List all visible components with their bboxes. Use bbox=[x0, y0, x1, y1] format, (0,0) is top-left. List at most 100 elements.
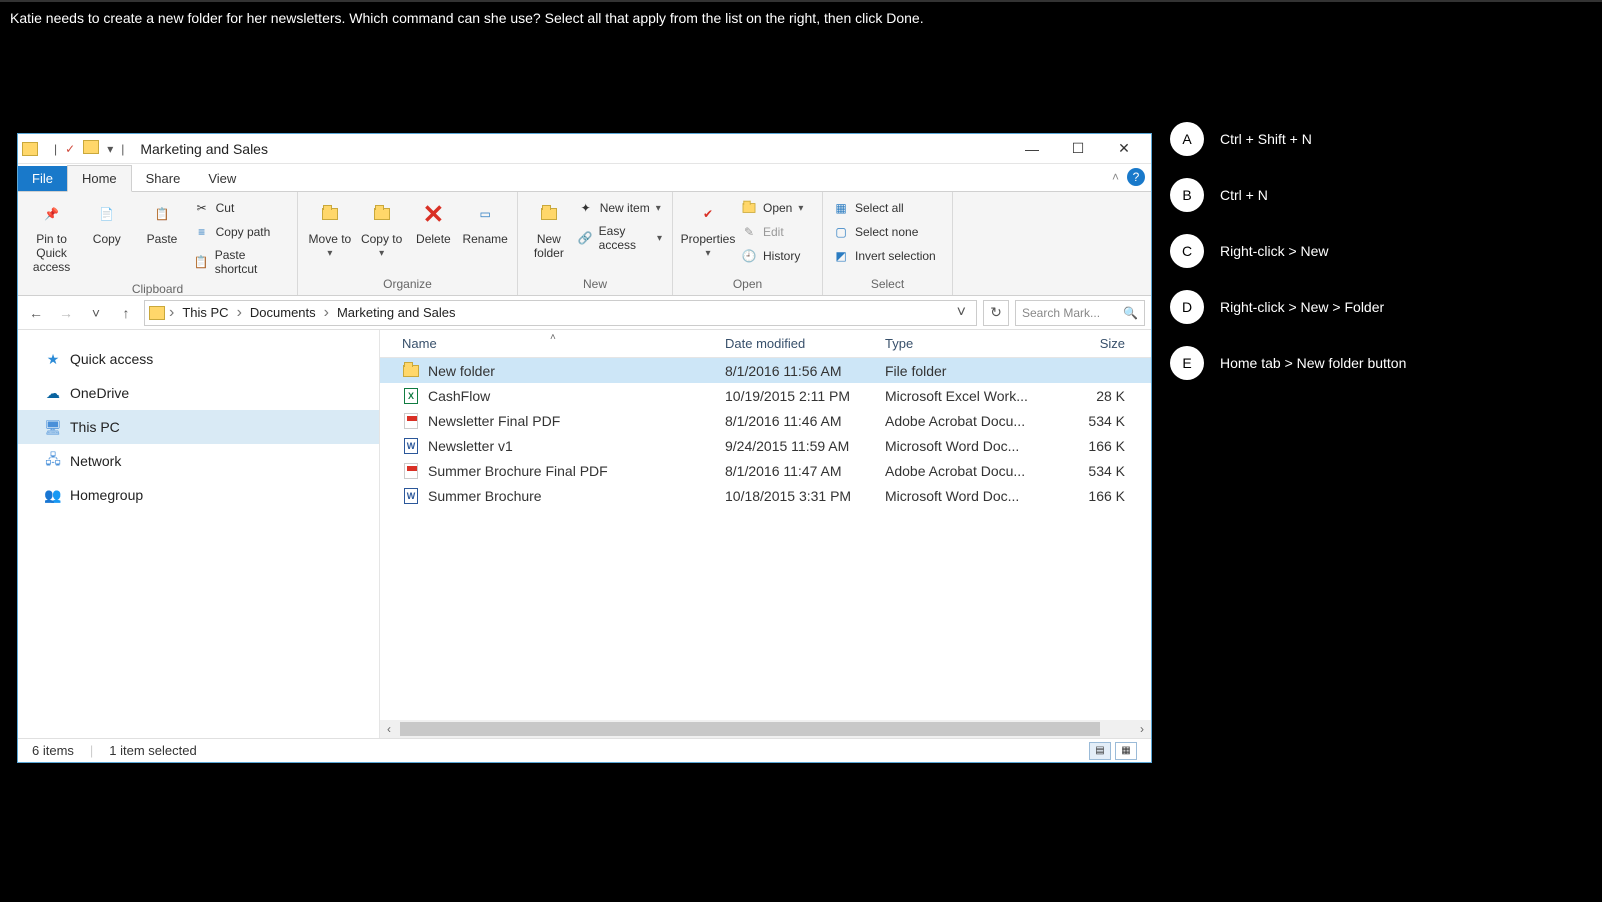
properties-icon: ✔ bbox=[692, 198, 724, 230]
file-date: 9/24/2015 11:59 AM bbox=[725, 438, 885, 454]
invert-selection-button[interactable]: ◩Invert selection bbox=[831, 246, 938, 266]
address-dropdown-icon[interactable]: ˅ bbox=[951, 304, 972, 322]
column-size[interactable]: Size bbox=[1045, 336, 1135, 351]
edit-button[interactable]: ✎Edit bbox=[739, 222, 805, 242]
tab-view[interactable]: View bbox=[194, 166, 250, 191]
file-name: CashFlow bbox=[420, 388, 725, 404]
tab-share[interactable]: Share bbox=[132, 166, 195, 191]
scroll-left-icon[interactable]: ‹ bbox=[380, 722, 398, 736]
sidebar-item-homegroup[interactable]: 👥Homegroup bbox=[18, 478, 379, 512]
table-row[interactable]: WSummer Brochure10/18/2015 3:31 PMMicros… bbox=[380, 483, 1151, 508]
shortcut-icon: 📋 bbox=[194, 254, 209, 270]
file-date: 8/1/2016 11:46 AM bbox=[725, 413, 885, 429]
choice-e[interactable]: EHome tab > New folder button bbox=[1170, 346, 1406, 380]
column-name[interactable]: Name˄ bbox=[380, 336, 725, 351]
details-view-button[interactable]: ▤ bbox=[1089, 742, 1111, 760]
crumb-this-pc[interactable]: This PC bbox=[178, 305, 232, 320]
file-date: 8/1/2016 11:56 AM bbox=[725, 363, 885, 379]
back-button[interactable]: ← bbox=[24, 301, 48, 325]
copy-button[interactable]: 📄 Copy bbox=[81, 196, 132, 246]
folder-icon bbox=[149, 306, 165, 320]
column-date[interactable]: Date modified bbox=[725, 336, 885, 351]
collapse-ribbon-icon[interactable]: ˄ bbox=[1112, 170, 1119, 184]
forward-button[interactable]: → bbox=[54, 301, 78, 325]
paste-shortcut-button[interactable]: 📋Paste shortcut bbox=[192, 246, 289, 278]
sidebar-item-network[interactable]: 🖧Network bbox=[18, 444, 379, 478]
file-type: File folder bbox=[885, 363, 1045, 379]
qat-check-icon[interactable]: ✓ bbox=[65, 142, 75, 156]
copy-path-button[interactable]: ≡Copy path bbox=[192, 222, 289, 242]
titlebar: | ✓ ▾ | Marketing and Sales — ☐ ✕ bbox=[18, 134, 1151, 164]
table-row[interactable]: XCashFlow10/19/2015 2:11 PMMicrosoft Exc… bbox=[380, 383, 1151, 408]
minimize-button[interactable]: — bbox=[1009, 135, 1055, 163]
tab-home[interactable]: Home bbox=[67, 165, 132, 192]
scroll-right-icon[interactable]: › bbox=[1133, 722, 1151, 736]
chevron-right-icon[interactable]: › bbox=[169, 304, 174, 322]
pc-icon: 🖥 bbox=[44, 418, 62, 436]
pdf-icon bbox=[402, 413, 420, 429]
history-button[interactable]: 🕘History bbox=[739, 246, 805, 266]
choice-d[interactable]: DRight-click > New > Folder bbox=[1170, 290, 1406, 324]
help-icon[interactable]: ? bbox=[1127, 168, 1145, 186]
crumb-current[interactable]: Marketing and Sales bbox=[333, 305, 460, 320]
horizontal-scrollbar[interactable]: ‹ › bbox=[380, 720, 1151, 738]
table-row[interactable]: New folder8/1/2016 11:56 AMFile folder bbox=[380, 358, 1151, 383]
choice-b[interactable]: B Ctrl + N bbox=[1170, 178, 1406, 212]
moveto-icon bbox=[314, 198, 346, 230]
breadcrumb[interactable]: › This PC › Documents › Marketing and Sa… bbox=[144, 300, 977, 326]
qat-separator: | bbox=[54, 142, 57, 156]
rename-button[interactable]: ▭ Rename bbox=[461, 196, 509, 246]
sidebar-item-quick-access[interactable]: ★Quick access bbox=[18, 342, 379, 376]
file-name: Newsletter v1 bbox=[420, 438, 725, 454]
choice-letter: E bbox=[1170, 346, 1204, 380]
refresh-button[interactable]: ↻ bbox=[983, 300, 1009, 326]
cut-button[interactable]: ✂Cut bbox=[192, 198, 289, 218]
thumbnails-view-button[interactable]: ▦ bbox=[1115, 742, 1137, 760]
chevron-right-icon[interactable]: › bbox=[324, 304, 329, 322]
choice-label: Ctrl + N bbox=[1220, 187, 1268, 203]
delete-button[interactable]: ✕ Delete bbox=[410, 196, 458, 246]
paste-button[interactable]: 📋 Paste bbox=[136, 196, 187, 246]
file-name: New folder bbox=[420, 363, 725, 379]
search-icon[interactable]: 🔍 bbox=[1123, 306, 1138, 320]
choice-label: Right-click > New bbox=[1220, 243, 1329, 259]
choice-c[interactable]: CRight-click > New bbox=[1170, 234, 1406, 268]
scroll-thumb[interactable] bbox=[400, 722, 1100, 736]
select-none-button[interactable]: ▢Select none bbox=[831, 222, 938, 242]
easy-access-button[interactable]: 🔗Easy access bbox=[576, 222, 664, 254]
open-icon bbox=[741, 200, 757, 216]
column-type[interactable]: Type bbox=[885, 336, 1045, 351]
choice-letter: B bbox=[1170, 178, 1204, 212]
move-to-button[interactable]: Move to bbox=[306, 196, 354, 259]
chevron-right-icon[interactable]: › bbox=[237, 304, 242, 322]
sidebar-item-this-pc[interactable]: 🖥This PC bbox=[18, 410, 379, 444]
file-size: 534 K bbox=[1045, 463, 1135, 479]
new-item-button[interactable]: ✦New item bbox=[576, 198, 664, 218]
pin-to-quick-access-button[interactable]: 📌 Pin to Quick access bbox=[26, 196, 77, 274]
table-row[interactable]: Newsletter Final PDF8/1/2016 11:46 AMAdo… bbox=[380, 408, 1151, 433]
maximize-button[interactable]: ☐ bbox=[1055, 135, 1101, 163]
choice-a[interactable]: ACtrl + Shift + N bbox=[1170, 122, 1406, 156]
search-input[interactable]: Search Mark... 🔍 bbox=[1015, 300, 1145, 326]
select-all-button[interactable]: ▦Select all bbox=[831, 198, 938, 218]
new-item-icon: ✦ bbox=[578, 200, 594, 216]
qat-folder-icon[interactable] bbox=[83, 140, 99, 157]
excel-icon: X bbox=[402, 388, 420, 404]
new-folder-button[interactable]: New folder bbox=[526, 196, 572, 260]
open-button[interactable]: Open bbox=[739, 198, 805, 218]
column-headers: Name˄ Date modified Type Size bbox=[380, 330, 1151, 358]
tab-file[interactable]: File bbox=[18, 166, 67, 191]
sidebar-item-onedrive[interactable]: ☁OneDrive bbox=[18, 376, 379, 410]
close-button[interactable]: ✕ bbox=[1101, 135, 1147, 163]
up-button[interactable]: ↑ bbox=[114, 301, 138, 325]
table-row[interactable]: WNewsletter v19/24/2015 11:59 AMMicrosof… bbox=[380, 433, 1151, 458]
qat-dropdown-icon[interactable]: ▾ bbox=[107, 142, 113, 156]
recent-locations-button[interactable]: ˅ bbox=[84, 301, 108, 325]
homegroup-icon: 👥 bbox=[44, 486, 62, 504]
properties-button[interactable]: ✔ Properties bbox=[681, 196, 735, 259]
copy-to-button[interactable]: Copy to bbox=[358, 196, 406, 259]
crumb-documents[interactable]: Documents bbox=[246, 305, 320, 320]
table-row[interactable]: Summer Brochure Final PDF8/1/2016 11:47 … bbox=[380, 458, 1151, 483]
network-icon: 🖧 bbox=[44, 452, 62, 470]
group-clipboard-label: Clipboard bbox=[18, 282, 297, 300]
